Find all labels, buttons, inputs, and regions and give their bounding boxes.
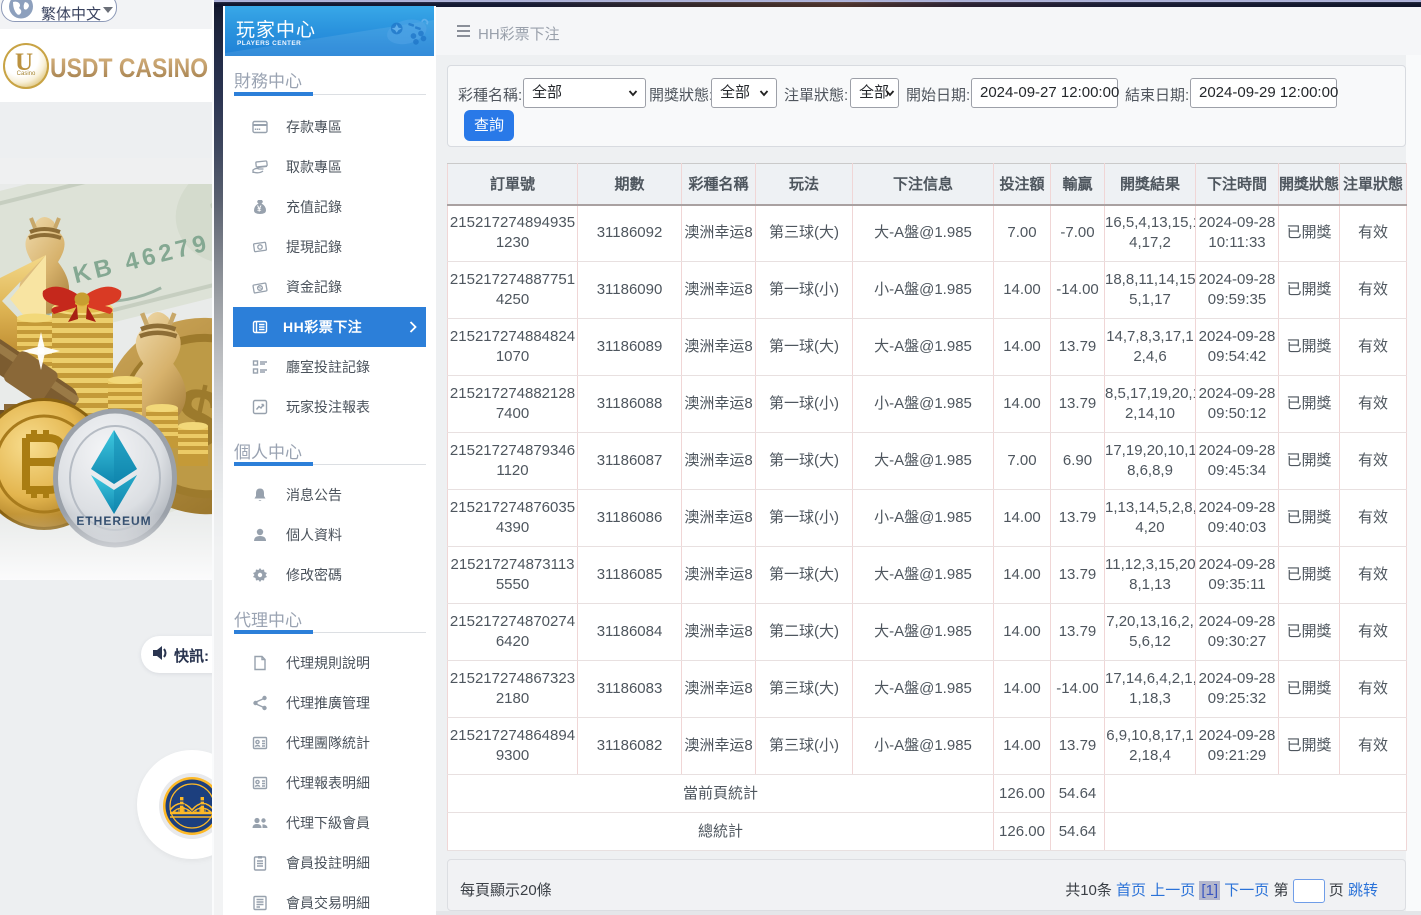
svg-text:¥: ¥ [257, 205, 262, 214]
svg-text:$: $ [258, 286, 262, 293]
